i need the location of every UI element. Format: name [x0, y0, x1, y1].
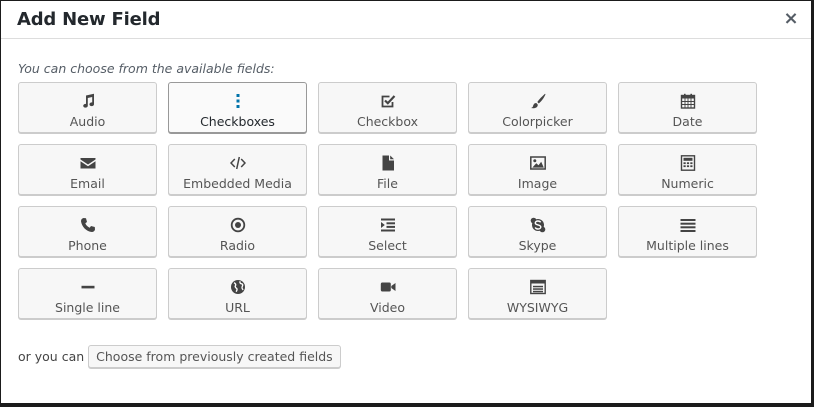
field-button-label: Video	[369, 300, 406, 315]
skype-icon	[469, 216, 606, 234]
field-button-single-line[interactable]: Single line	[18, 268, 157, 319]
radio-icon	[169, 216, 306, 234]
or-you-can-text: or you can	[18, 348, 85, 364]
choose-previous-fields-button[interactable]: Choose from previously created fields	[88, 344, 341, 368]
field-button-label: Multiple lines	[646, 238, 729, 253]
field-button-label: Single line	[55, 300, 120, 315]
select-list-icon	[319, 216, 456, 234]
field-button-wysiwyg[interactable]: WYSIWYG	[468, 268, 607, 319]
minus-icon	[19, 278, 156, 296]
dialog-title: Add New Field	[17, 9, 161, 30]
field-button-multiple-lines[interactable]: Multiple lines	[618, 206, 757, 257]
field-button-label: Image	[517, 176, 558, 191]
field-button-url[interactable]: URL	[168, 268, 307, 319]
field-button-phone[interactable]: Phone	[18, 206, 157, 257]
field-button-email[interactable]: Email	[18, 144, 157, 195]
code-icon	[169, 154, 306, 172]
intro-text: You can choose from the available fields…	[18, 61, 275, 76]
field-button-label: Date	[672, 114, 703, 129]
field-button-label: Radio	[219, 238, 256, 253]
field-button-label: Numeric	[661, 176, 714, 191]
image-icon	[469, 154, 606, 172]
dialog-footer: or you can Choose from previously create…	[18, 344, 341, 368]
field-button-label: Audio	[69, 114, 106, 129]
field-button-numeric[interactable]: Numeric	[618, 144, 757, 195]
field-button-select[interactable]: Select	[318, 206, 457, 257]
field-button-label: Email	[70, 176, 105, 191]
video-camera-icon	[319, 278, 456, 296]
editor-window-icon	[469, 278, 606, 296]
calendar-icon	[619, 92, 756, 110]
file-icon	[319, 154, 456, 172]
field-button-label: Skype	[518, 238, 557, 253]
field-button-label: File	[377, 176, 398, 191]
lines-icon	[619, 216, 756, 234]
globe-icon	[169, 278, 306, 296]
field-button-label: Checkboxes	[200, 114, 275, 129]
paintbrush-icon	[469, 92, 606, 110]
field-button-audio[interactable]: Audio	[18, 82, 157, 133]
field-button-label: Checkbox	[356, 114, 419, 129]
field-button-embedded-media[interactable]: Embedded Media	[168, 144, 307, 195]
field-button-label: URL	[225, 300, 250, 315]
add-new-field-dialog: Add New Field × You can choose from the …	[1, 1, 811, 403]
field-button-label: Phone	[68, 238, 107, 253]
close-icon[interactable]: ×	[781, 9, 801, 29]
calculator-icon	[619, 154, 756, 172]
field-button-image[interactable]: Image	[468, 144, 607, 195]
field-button-colorpicker[interactable]: Colorpicker	[468, 82, 607, 133]
field-button-skype[interactable]: Skype	[468, 206, 607, 257]
envelope-icon	[19, 154, 156, 172]
field-button-checkboxes[interactable]: Checkboxes	[168, 82, 307, 133]
field-button-file[interactable]: File	[318, 144, 457, 195]
field-button-label: Select	[368, 238, 407, 253]
field-button-label: Embedded Media	[183, 176, 292, 191]
phone-icon	[19, 216, 156, 234]
music-icon	[19, 92, 156, 110]
field-button-radio[interactable]: Radio	[168, 206, 307, 257]
checkbox-icon	[319, 92, 456, 110]
vertical-ellipsis-icon	[169, 92, 306, 110]
field-button-date[interactable]: Date	[618, 82, 757, 133]
field-button-label: Colorpicker	[502, 114, 573, 129]
dialog-header: Add New Field ×	[1, 1, 811, 39]
field-button-video[interactable]: Video	[318, 268, 457, 319]
field-button-checkbox[interactable]: Checkbox	[318, 82, 457, 133]
field-button-label: WYSIWYG	[506, 300, 569, 315]
